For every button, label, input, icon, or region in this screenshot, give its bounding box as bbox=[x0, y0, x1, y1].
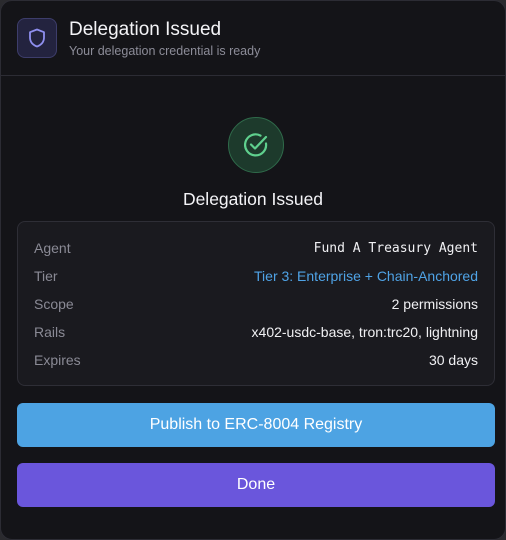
tier-value: Tier 3: Enterprise + Chain-Anchored bbox=[254, 268, 478, 284]
agent-label: Agent bbox=[34, 240, 71, 256]
detail-row-rails: Rails x402-usdc-base, tron:trc20, lightn… bbox=[34, 322, 478, 342]
status-title: Delegation Issued bbox=[182, 189, 324, 209]
done-button[interactable]: Done bbox=[17, 463, 495, 507]
scope-label: Scope bbox=[34, 296, 74, 312]
dialog-header: Delegation Issued Your delegation creden… bbox=[1, 1, 505, 76]
publish-registry-button[interactable]: Publish to ERC-8004 Registry bbox=[17, 403, 495, 447]
dialog-title: Delegation Issued bbox=[69, 19, 222, 40]
shield-icon bbox=[17, 18, 57, 58]
rails-label: Rails bbox=[34, 324, 66, 340]
expires-value: 30 days bbox=[428, 352, 478, 368]
detail-row-tier: Tier Tier 3: Enterprise + Chain-Anchored bbox=[34, 266, 478, 286]
agent-value: Fund A Treasury Agent bbox=[313, 240, 478, 256]
scope-value: 2 permissions bbox=[391, 296, 478, 312]
delegation-details-card: Agent Fund A Treasury Agent Tier Tier 3:… bbox=[17, 221, 495, 386]
detail-row-expires: Expires 30 days bbox=[34, 350, 478, 370]
delegation-issued-dialog: Delegation Issued Your delegation creden… bbox=[0, 0, 506, 540]
rails-value: x402-usdc-base, tron:trc20, lightning bbox=[251, 324, 478, 340]
expires-label: Expires bbox=[34, 352, 81, 368]
tier-label: Tier bbox=[34, 268, 58, 284]
dialog-subtitle: Your delegation credential is ready bbox=[69, 44, 261, 58]
detail-row-scope: Scope 2 permissions bbox=[34, 294, 478, 314]
detail-row-agent: Agent Fund A Treasury Agent bbox=[34, 238, 478, 258]
check-circle-icon bbox=[228, 117, 284, 173]
